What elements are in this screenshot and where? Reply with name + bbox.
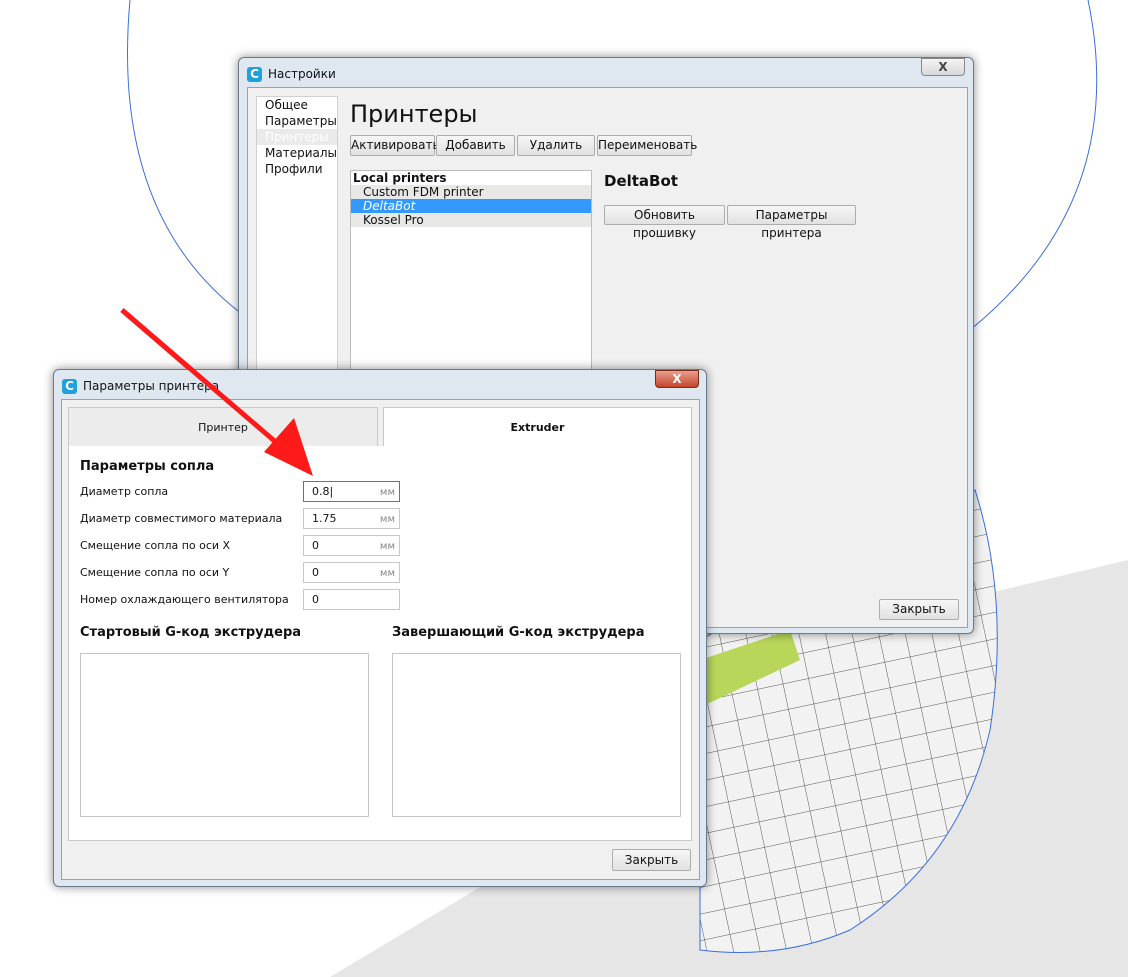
page-title: Принтеры	[350, 100, 478, 128]
close-dialog-button[interactable]: X	[655, 370, 699, 388]
update-firmware-button[interactable]: Обновить прошивку	[604, 205, 725, 240]
list-item-selected[interactable]: DeltaBot	[351, 199, 591, 213]
cooling-fan-number-input[interactable]: 0	[303, 589, 400, 610]
tab-extruder[interactable]: Extruder	[383, 407, 692, 447]
selected-printer-name: DeltaBot	[604, 172, 678, 190]
tab-printer[interactable]: Принтер	[68, 407, 378, 447]
start-gcode-textarea[interactable]	[80, 653, 369, 817]
sidebar-item-preferences[interactable]: Параметры	[257, 113, 337, 129]
dialog-close-button[interactable]: Закрыть	[612, 849, 691, 871]
material-diameter-input[interactable]: 1.75 мм	[303, 508, 400, 529]
dialog-title: Параметры принтера	[83, 379, 220, 393]
machine-settings-button[interactable]: Параметры принтера	[727, 205, 856, 240]
cura-icon: C	[247, 66, 262, 82]
activate-button[interactable]: Активировать	[350, 135, 440, 156]
field-label: Смещение сопла по оси Y	[80, 566, 230, 579]
end-gcode-textarea[interactable]	[392, 653, 681, 817]
remove-button[interactable]: Удалить	[517, 135, 595, 156]
close-window-button[interactable]: X	[921, 58, 965, 76]
start-gcode-heading: Стартовый G-код экструдера	[80, 625, 302, 640]
sidebar-item-materials[interactable]: Материалы	[257, 145, 337, 161]
window-title: Настройки	[268, 67, 336, 81]
sidebar-item-profiles[interactable]: Профили	[257, 161, 337, 177]
field-label: Диаметр сопла	[80, 485, 169, 498]
field-label: Смещение сопла по оси X	[80, 539, 231, 552]
list-header: Local printers	[353, 171, 447, 185]
cura-icon: C	[62, 378, 77, 394]
sidebar-item-general[interactable]: Общее	[257, 97, 337, 113]
close-button[interactable]: Закрыть	[879, 599, 959, 620]
nozzle-offset-y-input[interactable]: 0 мм	[303, 562, 400, 583]
nozzle-offset-x-input[interactable]: 0 мм	[303, 535, 400, 556]
nozzle-section-heading: Параметры сопла	[80, 459, 215, 474]
rename-button[interactable]: Переименовать	[597, 135, 697, 156]
field-label: Диаметр совместимого материала	[80, 512, 283, 525]
field-label: Номер охлаждающего вентилятора	[80, 593, 289, 606]
list-item[interactable]: Kossel Pro	[351, 213, 591, 227]
nozzle-diameter-input[interactable]: 0.8| мм	[303, 481, 400, 502]
sidebar-item-printers[interactable]: Принтеры	[257, 129, 337, 145]
list-item[interactable]: Custom FDM printer	[351, 185, 591, 199]
add-button[interactable]: Добавить	[436, 135, 515, 156]
end-gcode-heading: Завершающий G-код экструдера	[392, 625, 645, 640]
